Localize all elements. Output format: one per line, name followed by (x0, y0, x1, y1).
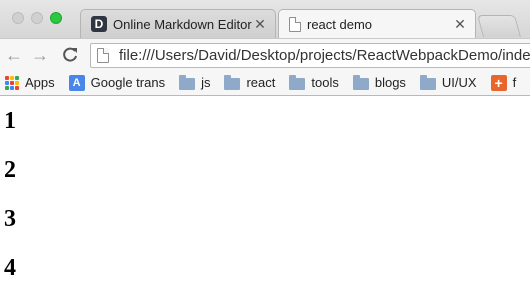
bookmark-label: UI/UX (441, 75, 477, 90)
tab-react-demo[interactable]: react demo ✕ (278, 9, 476, 38)
page-icon (97, 48, 109, 63)
d-logo-icon: D (91, 16, 107, 32)
bookmark-label: Apps (25, 75, 55, 90)
page-icon (289, 16, 301, 32)
browser-toolbar: ← → file:///Users/David/Desktop/projects… (0, 38, 530, 70)
folder-icon (419, 74, 436, 90)
tab-label: Online Markdown Editor - I (113, 16, 253, 32)
address-bar[interactable]: file:///Users/David/Desktop/projects/Rea… (90, 43, 530, 68)
window-minimize-button[interactable] (31, 12, 43, 24)
tab-label: react demo (307, 16, 373, 32)
plus-icon: + (490, 74, 507, 91)
close-icon[interactable]: ✕ (253, 17, 267, 31)
folder-icon (224, 74, 241, 90)
translate-icon: A (68, 74, 85, 91)
bookmark-apps[interactable]: Apps (5, 75, 55, 90)
bookmark-label: blogs (374, 75, 406, 90)
heading-1: 1 (4, 108, 16, 134)
bookmark-label: tools (311, 75, 339, 90)
heading-3: 3 (4, 206, 16, 232)
new-tab-button[interactable] (477, 15, 521, 37)
forward-button[interactable]: → (30, 45, 50, 65)
bookmark-label: Google trans (90, 75, 166, 90)
close-icon[interactable]: ✕ (453, 17, 467, 31)
bookmark-folder-blogs[interactable]: blogs (352, 74, 406, 90)
reload-button[interactable] (60, 45, 80, 65)
window-close-button[interactable] (12, 12, 24, 24)
back-button[interactable]: ← (4, 45, 24, 65)
bookmark-folder-react[interactable]: react (224, 74, 276, 90)
heading-2: 2 (4, 157, 16, 183)
apps-grid-icon (5, 75, 19, 90)
tab-online-markdown-editor[interactable]: D Online Markdown Editor - I ✕ (80, 9, 276, 38)
page-content: 1 2 3 4 (0, 97, 530, 301)
folder-icon (179, 74, 196, 90)
reload-icon (63, 47, 77, 62)
bookmark-label: js (201, 75, 211, 90)
folder-icon (289, 74, 306, 90)
bookmark-google-trans[interactable]: A Google trans (68, 74, 166, 91)
bookmark-folder-tools[interactable]: tools (289, 74, 339, 90)
heading-4: 4 (4, 255, 16, 281)
tab-strip: D Online Markdown Editor - I ✕ react dem… (0, 0, 530, 38)
bookmark-label: react (246, 75, 276, 90)
window-maximize-button[interactable] (50, 12, 62, 24)
bookmark-folder-js[interactable]: js (179, 74, 211, 90)
bookmark-label: f (512, 75, 517, 90)
bookmark-overflow[interactable]: + f (490, 74, 517, 91)
bookmark-folder-uiux[interactable]: UI/UX (419, 74, 477, 90)
bookmarks-bar: Apps A Google trans js react tools blogs… (0, 70, 530, 96)
url-text[interactable]: file:///Users/David/Desktop/projects/Rea… (119, 47, 530, 64)
folder-icon (352, 74, 369, 90)
